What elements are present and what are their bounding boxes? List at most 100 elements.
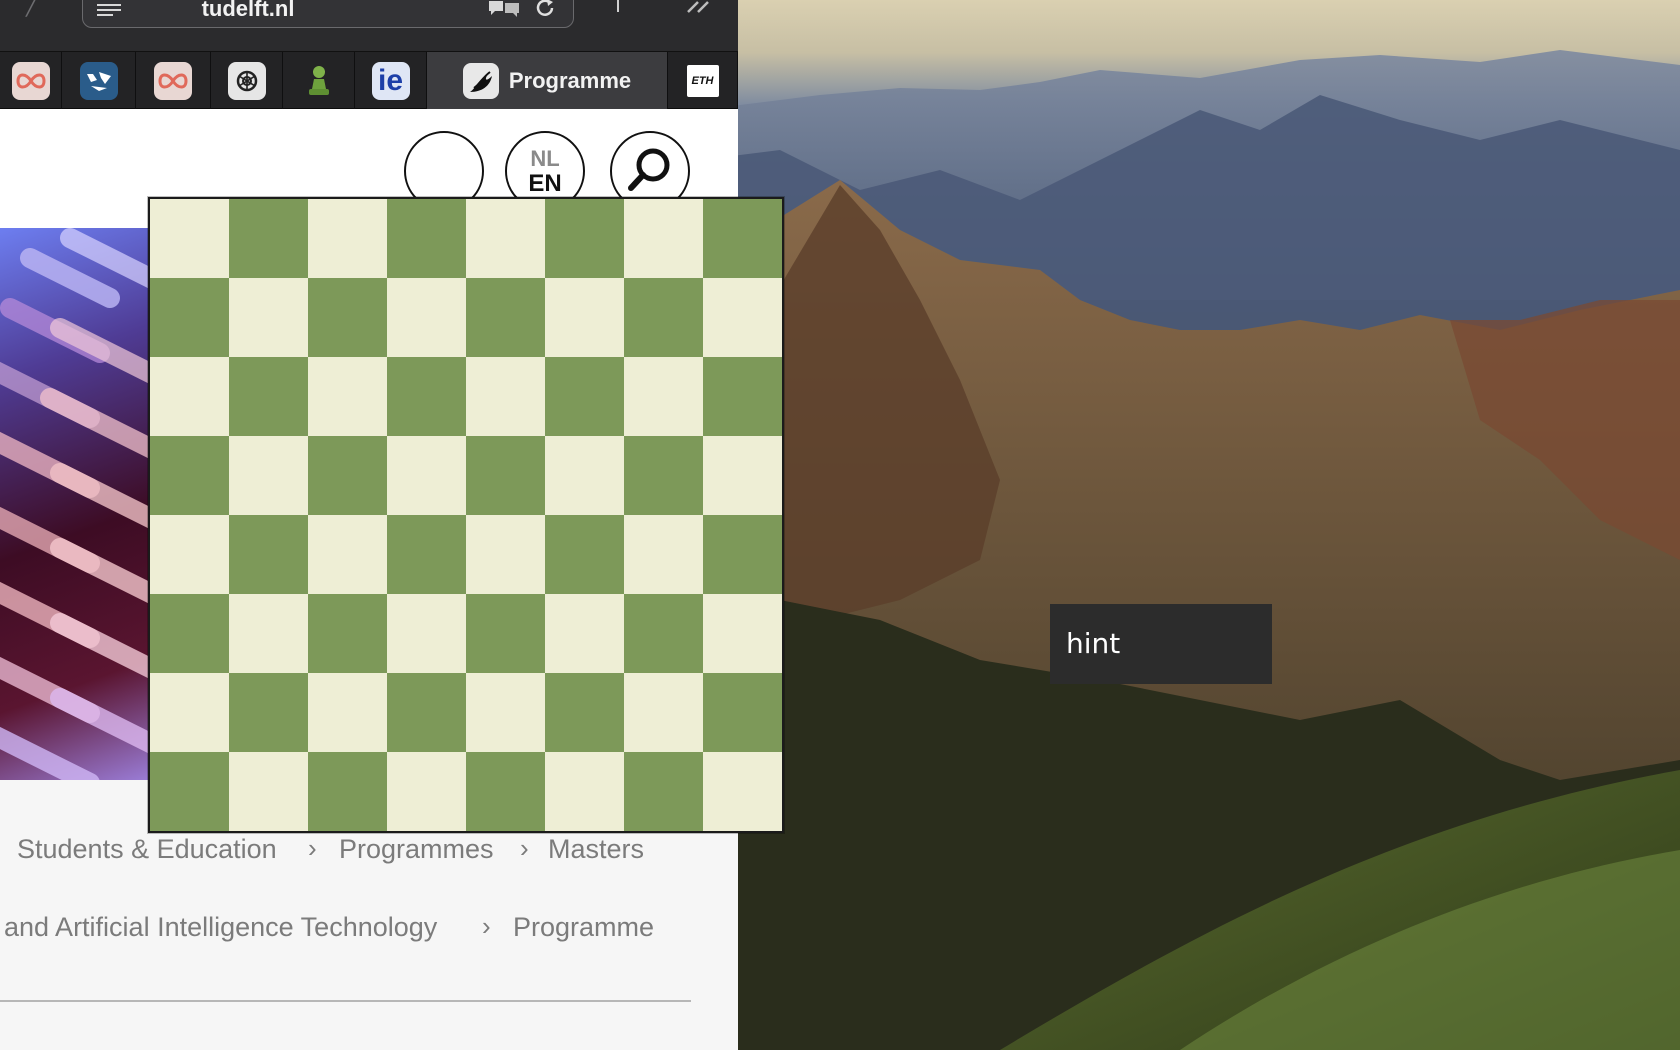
board-square[interactable] [466, 436, 545, 515]
board-square[interactable] [624, 357, 703, 436]
board-square[interactable] [703, 357, 782, 436]
chevron-right-icon: › [482, 911, 491, 941]
board-square[interactable] [703, 673, 782, 752]
board-square[interactable] [150, 436, 229, 515]
board-square[interactable] [150, 752, 229, 831]
board-square[interactable] [229, 752, 308, 831]
board-square[interactable] [387, 673, 466, 752]
chess-pawn-icon [300, 62, 338, 100]
board-square[interactable] [624, 278, 703, 357]
back-button[interactable]: ╱ [26, 0, 46, 16]
hint-button[interactable]: hint [1050, 604, 1272, 684]
board-square[interactable] [703, 515, 782, 594]
tab-infinity-1[interactable] [0, 52, 62, 109]
board-square[interactable] [703, 594, 782, 673]
breadcrumb-link-programmes[interactable]: Programmes [339, 834, 494, 865]
tab-programme[interactable]: Programme [427, 52, 668, 109]
board-square[interactable] [466, 594, 545, 673]
board-square[interactable] [387, 199, 466, 278]
board-square[interactable] [387, 278, 466, 357]
address-bar[interactable]: tudelft.nl [82, 0, 574, 28]
board-square[interactable] [545, 357, 624, 436]
board-square[interactable] [229, 278, 308, 357]
board-square[interactable] [466, 515, 545, 594]
tab-label: Programme [508, 67, 632, 93]
tab-chess[interactable] [283, 52, 355, 109]
board-square[interactable] [229, 594, 308, 673]
board-square[interactable] [308, 515, 387, 594]
lang-en-label[interactable]: EN [507, 171, 583, 197]
board-square[interactable] [229, 199, 308, 278]
lang-nl-label[interactable]: NL [507, 147, 583, 171]
board-square[interactable] [545, 673, 624, 752]
board-square[interactable] [545, 752, 624, 831]
board-square[interactable] [308, 673, 387, 752]
board-square[interactable] [703, 436, 782, 515]
board-square[interactable] [229, 515, 308, 594]
hero-image [0, 228, 150, 780]
board-square[interactable] [545, 594, 624, 673]
reload-icon[interactable] [535, 0, 557, 17]
browser-toolbar: ╱ tudelft.nl [0, 0, 738, 52]
tab-ie[interactable]: ie [355, 52, 427, 109]
breadcrumb-link-masters[interactable]: Masters [548, 834, 644, 865]
board-square[interactable] [624, 199, 703, 278]
openai-icon [227, 61, 266, 100]
share-icon[interactable] [610, 0, 626, 14]
board-square[interactable] [150, 515, 229, 594]
board-square[interactable] [466, 199, 545, 278]
infinity-icon [154, 61, 192, 100]
board-square[interactable] [150, 199, 229, 278]
breadcrumb-link-students-education[interactable]: Students & Education [17, 834, 277, 865]
board-square[interactable] [150, 278, 229, 357]
board-square[interactable] [466, 673, 545, 752]
app-blue-icon [79, 61, 118, 100]
board-square[interactable] [387, 594, 466, 673]
board-square[interactable] [545, 436, 624, 515]
board-square[interactable] [466, 357, 545, 436]
board-square[interactable] [387, 357, 466, 436]
board-square[interactable] [308, 357, 387, 436]
tab-bar: ie Programme ETH [0, 52, 738, 109]
tab-infinity-2[interactable] [136, 52, 211, 109]
chevron-right-icon: › [308, 833, 317, 863]
translate-icon[interactable] [487, 0, 521, 17]
board-square[interactable] [308, 594, 387, 673]
chevron-right-icon: › [520, 833, 529, 863]
board-square[interactable] [624, 436, 703, 515]
board-square[interactable] [703, 278, 782, 357]
board-square[interactable] [703, 752, 782, 831]
board-square[interactable] [624, 673, 703, 752]
board-square[interactable] [387, 515, 466, 594]
tab-app-blue[interactable] [62, 52, 136, 109]
board-square[interactable] [150, 594, 229, 673]
board-square[interactable] [150, 673, 229, 752]
board-square[interactable] [387, 436, 466, 515]
board-square[interactable] [545, 199, 624, 278]
board-square[interactable] [308, 752, 387, 831]
board-square[interactable] [308, 436, 387, 515]
board-square[interactable] [624, 594, 703, 673]
board-square[interactable] [545, 515, 624, 594]
board-square[interactable] [624, 515, 703, 594]
more-tabs-icon[interactable] [686, 0, 714, 14]
ie-icon: ie [371, 61, 410, 100]
board-square[interactable] [466, 278, 545, 357]
board-square[interactable] [703, 199, 782, 278]
board-square[interactable] [545, 278, 624, 357]
board-square[interactable] [387, 752, 466, 831]
board-square[interactable] [229, 673, 308, 752]
chessboard[interactable] [148, 197, 784, 833]
board-square[interactable] [229, 357, 308, 436]
board-square[interactable] [229, 436, 308, 515]
board-square[interactable] [150, 357, 229, 436]
board-square[interactable] [624, 752, 703, 831]
board-square[interactable] [308, 199, 387, 278]
breadcrumb-link-ai-technology[interactable]: and Artificial Intelligence Technology [4, 912, 437, 943]
infinity-icon [11, 61, 50, 100]
tudelft-flame-icon [462, 62, 499, 99]
tab-openai[interactable] [211, 52, 283, 109]
tab-eth[interactable]: ETH [668, 52, 738, 109]
board-square[interactable] [466, 752, 545, 831]
board-square[interactable] [308, 278, 387, 357]
